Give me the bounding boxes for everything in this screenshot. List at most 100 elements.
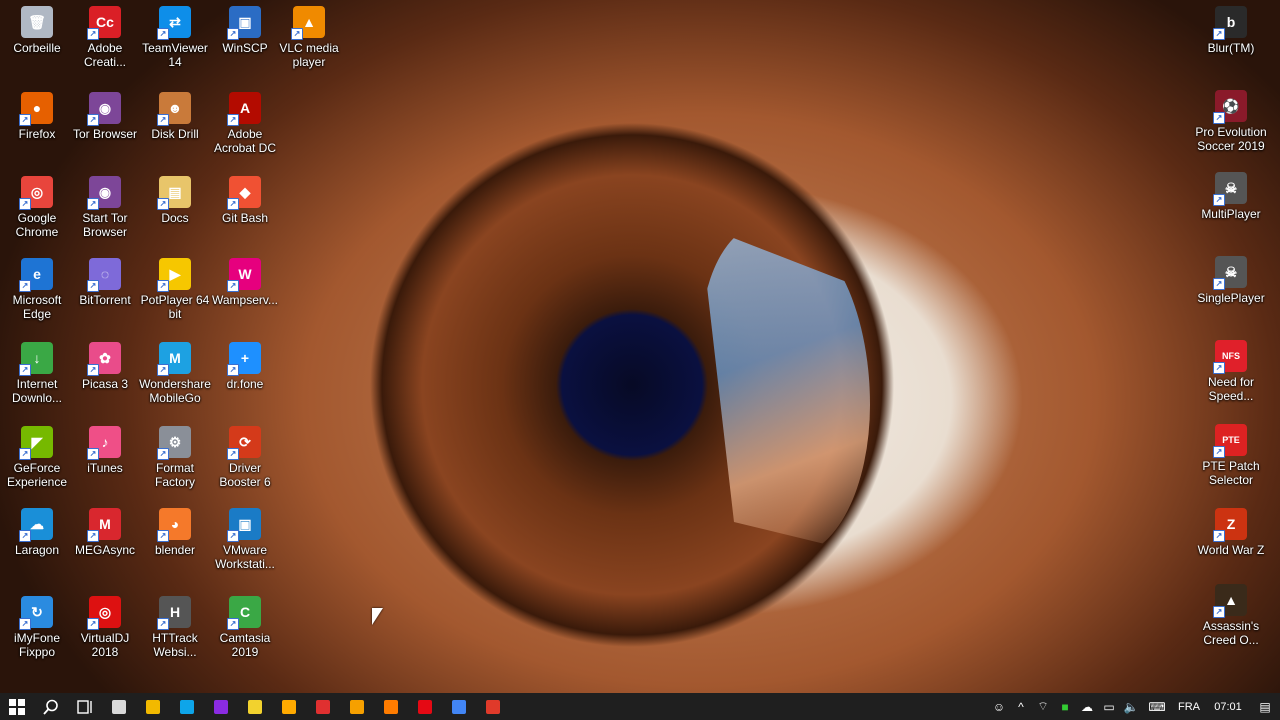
desktop-icon[interactable]: ▶ ↗ PotPlayer 64 bit (138, 258, 212, 321)
desktop-icon[interactable]: NFS ↗ Need for Speed... (1194, 340, 1268, 403)
desktop-icon[interactable]: b ↗ Blur(TM) (1194, 6, 1268, 55)
task-view-button[interactable] (68, 693, 102, 720)
taskbar-app-button[interactable] (476, 693, 510, 720)
taskbar-app-button[interactable] (204, 693, 238, 720)
taskbar-app-button[interactable] (170, 693, 204, 720)
app-tray-icon[interactable]: ■ (1054, 700, 1076, 714)
desktop-icon[interactable]: ⚽ ↗ Pro Evolution Soccer 2019 (1194, 90, 1268, 153)
shortcut-arrow-icon: ↗ (157, 280, 169, 292)
desktop-icon[interactable]: ◉ ↗ Tor Browser (68, 92, 142, 141)
desktop-icon[interactable]: ▤ ↗ Docs (138, 176, 212, 225)
people-icon[interactable]: ☺ (988, 700, 1010, 714)
battery-icon[interactable]: ▭ (1098, 700, 1120, 714)
taskbar-app-button[interactable] (238, 693, 272, 720)
keyboard-icon[interactable]: ⌨ (1142, 700, 1172, 714)
desktop-icon[interactable]: H ↗ HTTrack Websi... (138, 596, 212, 659)
desktop-icon[interactable]: 🗑 Corbeille (0, 6, 74, 55)
desktop-icon-label: Corbeille (13, 41, 61, 55)
desktop-icon[interactable]: ↻ ↗ iMyFone Fixppo (0, 596, 74, 659)
desktop-icon[interactable]: ● ↗ Firefox (0, 92, 74, 141)
taskbar-app-icon (248, 699, 262, 714)
desktop-icon[interactable]: ▲ ↗ Assassin's Creed O... (1194, 584, 1268, 647)
desktop-icon[interactable]: Cc ↗ Adobe Creati... (68, 6, 142, 69)
desktop-icon[interactable]: ☠ ↗ MultiPlayer (1194, 172, 1268, 221)
shortcut-arrow-icon: ↗ (227, 114, 239, 126)
desktop-icon-label: Pro Evolution Soccer 2019 (1195, 125, 1267, 153)
taskbar-app-button[interactable] (136, 693, 170, 720)
desktop-icon[interactable]: ◉ ↗ Start Tor Browser (68, 176, 142, 239)
shortcut-arrow-icon: ↗ (19, 280, 31, 292)
desktop-icon[interactable]: ◎ ↗ VirtualDJ 2018 (68, 596, 142, 659)
desktop-icon[interactable]: PTE ↗ PTE Patch Selector (1194, 424, 1268, 487)
app-icon: ▶ ↗ (157, 258, 191, 292)
chevron-up-icon[interactable]: ^ (1010, 700, 1032, 714)
desktop-icon-label: Wondershare MobileGo (139, 377, 211, 405)
shortcut-arrow-icon: ↗ (1213, 530, 1225, 542)
desktop-icon[interactable]: ✿ ↗ Picasa 3 (68, 342, 142, 391)
desktop-icon[interactable]: ☁ ↗ Laragon (0, 508, 74, 557)
desktop-icon[interactable]: M ↗ MEGAsync (68, 508, 142, 557)
taskbar-app-button[interactable] (102, 693, 136, 720)
desktop-icon-label: Adobe Acrobat DC (213, 127, 277, 155)
taskbar-app-icon (282, 699, 296, 714)
desktop-icon[interactable]: ☠ ↗ SinglePlayer (1194, 256, 1268, 305)
shortcut-arrow-icon: ↗ (227, 530, 239, 542)
taskbar-app-button[interactable] (272, 693, 306, 720)
shortcut-arrow-icon: ↗ (227, 618, 239, 630)
desktop-icon[interactable]: ◆ ↗ Git Bash (208, 176, 282, 225)
desktop-icon-label: iMyFone Fixppo (13, 631, 60, 659)
taskbar-app-button[interactable] (306, 693, 340, 720)
desktop-icon[interactable]: W ↗ Wampserv... (208, 258, 282, 307)
desktop-icon-label: Need for Speed... (1207, 375, 1255, 403)
taskbar-app-icon (214, 699, 228, 714)
shortcut-arrow-icon: ↗ (157, 448, 169, 460)
wifi-icon[interactable]: ⌔ (1032, 699, 1054, 714)
desktop-icon-label: Google Chrome (15, 211, 59, 239)
notifications-icon[interactable]: ▤ (1250, 700, 1280, 714)
windows-logo-icon (9, 698, 25, 715)
shortcut-arrow-icon: ↗ (19, 198, 31, 210)
desktop-icon[interactable]: ⇄ ↗ TeamViewer 14 (138, 6, 212, 69)
taskbar-app-button[interactable] (374, 693, 408, 720)
volume-icon[interactable]: 🔈 (1120, 700, 1142, 714)
desktop-icon-label: BitTorrent (79, 293, 131, 307)
desktop-icon[interactable]: ⚙ ↗ Format Factory (138, 426, 212, 489)
desktop-icon-label: WinSCP (222, 41, 268, 55)
desktop-icon-label: Assassin's Creed O... (1202, 619, 1260, 647)
desktop-icon[interactable]: ◎ ↗ Google Chrome (0, 176, 74, 239)
shortcut-arrow-icon: ↗ (227, 28, 239, 40)
desktop-icon[interactable]: + ↗ dr.fone (208, 342, 282, 391)
clock[interactable]: 07:01 (1206, 701, 1250, 713)
desktop-icon[interactable]: ◤ ↗ GeForce Experience (0, 426, 74, 489)
search-button[interactable] (34, 693, 68, 720)
desktop-icon[interactable]: e ↗ Microsoft Edge (0, 258, 74, 321)
desktop-icon[interactable]: ◕ ↗ blender (138, 508, 212, 557)
desktop-icon[interactable]: Z ↗ World War Z (1194, 508, 1268, 557)
desktop-icon-label: Firefox (18, 127, 56, 141)
shortcut-arrow-icon: ↗ (157, 530, 169, 542)
desktop-icon[interactable]: ▣ ↗ WinSCP (208, 6, 282, 55)
desktop-icon[interactable]: ♪ ↗ iTunes (68, 426, 142, 475)
desktop-icon-label: Blur(TM) (1207, 41, 1255, 55)
desktop-icon[interactable]: ↓ ↗ Internet Downlo... (0, 342, 74, 405)
app-icon: ◆ ↗ (227, 176, 261, 210)
desktop-icon[interactable]: ▲ ↗ VLC media player (272, 6, 346, 69)
taskbar-app-button[interactable] (442, 693, 476, 720)
desktop-icon-label: Disk Drill (151, 127, 199, 141)
start-button[interactable] (0, 693, 34, 720)
desktop-icon[interactable]: ⟳ ↗ Driver Booster 6 (208, 426, 282, 489)
desktop-icon[interactable]: ☻ ↗ Disk Drill (138, 92, 212, 141)
app-icon: W ↗ (227, 258, 261, 292)
desktop-icon[interactable]: ◌ ↗ BitTorrent (68, 258, 142, 307)
taskbar-app-button[interactable] (340, 693, 374, 720)
desktop-icon[interactable]: A ↗ Adobe Acrobat DC (208, 92, 282, 155)
cloud-icon[interactable]: ☁ (1076, 700, 1098, 714)
desktop-icon[interactable]: C ↗ Camtasia 2019 (208, 596, 282, 659)
desktop-icon[interactable]: ▣ ↗ VMware Workstati... (208, 508, 282, 571)
app-icon: A ↗ (227, 92, 261, 126)
shortcut-arrow-icon: ↗ (19, 114, 31, 126)
search-icon (43, 699, 58, 715)
taskbar-app-button[interactable] (408, 693, 442, 720)
desktop-icon[interactable]: M ↗ Wondershare MobileGo (138, 342, 212, 405)
language-indicator[interactable]: FRA (1172, 701, 1206, 713)
